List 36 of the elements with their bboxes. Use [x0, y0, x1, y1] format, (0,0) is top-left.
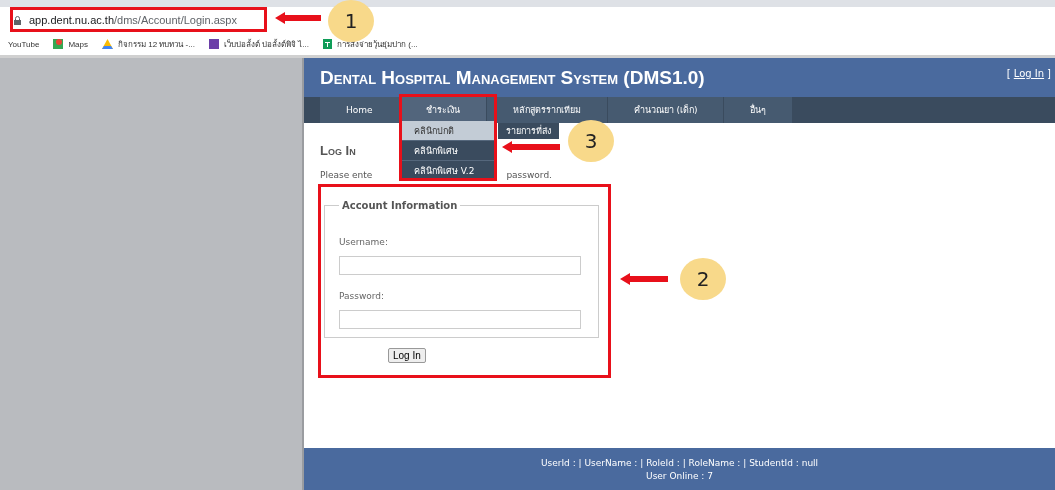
bookmark-link[interactable]: เว็บบ่อลั้งต์ บ่อลั้งต์พิจิ ไ... — [223, 37, 310, 51]
sheet-icon — [323, 39, 333, 49]
url-host[interactable]: app.dent.nu.ac.th — [29, 14, 114, 26]
nav-item[interactable]: หลักสูตรรากเทียม — [486, 97, 608, 123]
bookmark-link[interactable]: กิจกรรม 12 ทบทวน -... — [118, 37, 195, 51]
submenu-item[interactable]: รายการที่ส่ง — [498, 123, 559, 139]
callout-number: 2 — [680, 258, 726, 300]
site-title: Dental Hospital Management System (DMS1.0) — [320, 66, 705, 89]
url-path[interactable]: /dms/Account/Login.aspx — [114, 14, 237, 26]
fieldset-legend: Account Information — [339, 200, 461, 211]
triangle-icon — [102, 39, 113, 49]
menu-item[interactable]: คลินิกปกติ — [402, 121, 494, 141]
footer-text: User Online : 7 — [646, 470, 713, 481]
login-button[interactable]: Log In — [388, 348, 426, 363]
bracket-text: [ — [1006, 68, 1011, 79]
page-heading: Log In — [320, 143, 356, 158]
arrow-icon — [275, 12, 321, 24]
square-icon — [208, 39, 219, 49]
nav-item[interactable]: คำนวณยา (เด็ก) — [607, 97, 725, 123]
username-field[interactable] — [339, 256, 581, 275]
nav-item[interactable]: Home — [320, 97, 400, 123]
footer-text: UserId : | UserName : | RoleId : | RoleName : | StudentId : null — [540, 457, 819, 468]
callout-number: 3 — [568, 120, 614, 162]
arrow-icon — [620, 273, 668, 285]
login-link[interactable]: Log In — [1013, 68, 1045, 79]
username-label: Username: — [339, 237, 389, 247]
bookmark-link[interactable]: YouTube — [8, 39, 40, 49]
lock-icon — [14, 15, 21, 25]
bookmark-link[interactable]: Maps — [68, 39, 88, 49]
arrow-icon — [502, 141, 560, 153]
bracket-text: ] — [1047, 68, 1051, 79]
password-field[interactable] — [339, 310, 581, 329]
intro-text: Please ente — [320, 170, 373, 180]
password-label: Password: — [339, 291, 386, 301]
intro-text: password. — [506, 170, 552, 180]
nav-item[interactable]: อื่นๆ — [724, 97, 794, 123]
